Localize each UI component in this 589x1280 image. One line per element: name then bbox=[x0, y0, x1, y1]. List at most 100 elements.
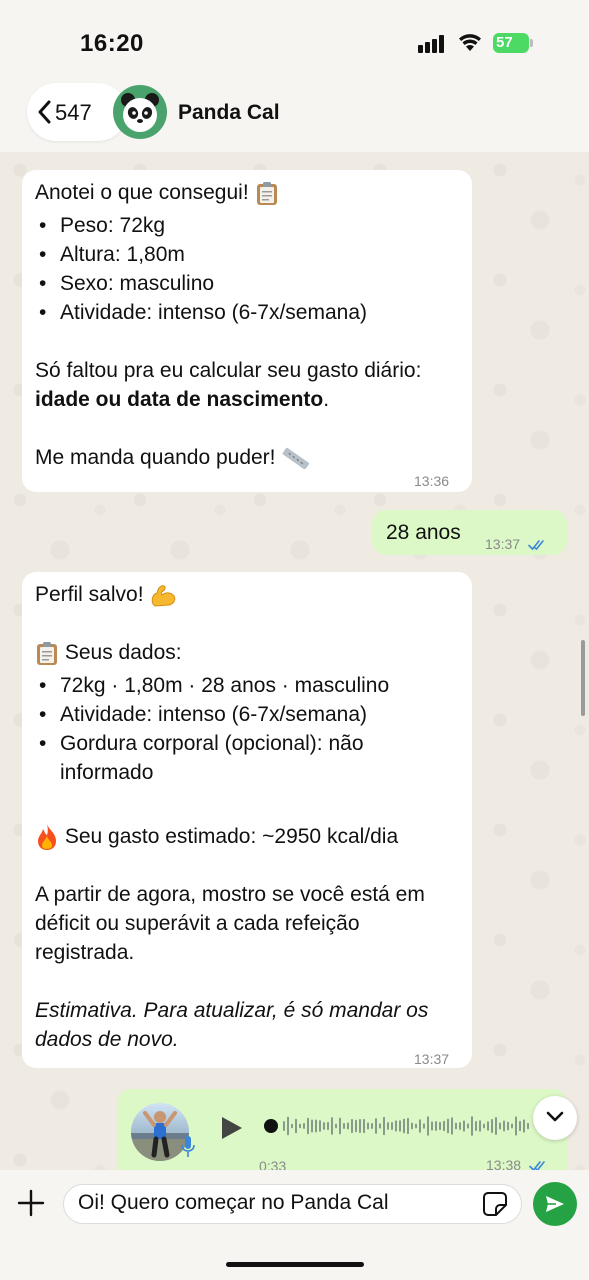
info-paragraph: A partir de agora, mostro se você está e… bbox=[35, 883, 425, 965]
waveform-bar bbox=[483, 1123, 485, 1129]
waveform-bar bbox=[443, 1120, 445, 1132]
missing-end: . bbox=[323, 388, 330, 411]
audio-progress-handle[interactable] bbox=[264, 1119, 278, 1133]
waveform-bar bbox=[395, 1120, 397, 1132]
closing-text: Me manda quando puder! bbox=[35, 446, 276, 469]
sticker-icon[interactable] bbox=[482, 1191, 508, 1217]
message-bubble-incoming[interactable]: Perfil salvo! Seus dados: 72kg · 1,80m ·… bbox=[22, 572, 472, 1068]
waveform-bar bbox=[507, 1121, 509, 1131]
profile-bullets: Peso: 72kg Altura: 1,80m Sexo: masculino… bbox=[35, 211, 460, 327]
waveform-bar bbox=[435, 1121, 437, 1131]
play-icon[interactable] bbox=[220, 1115, 244, 1141]
message-intro: Anotei o que consegui! bbox=[35, 181, 249, 204]
back-button[interactable]: 547 bbox=[27, 83, 127, 141]
panda-avatar-icon[interactable] bbox=[113, 85, 167, 139]
waveform-bar bbox=[387, 1122, 389, 1130]
data-heading: Seus dados: bbox=[64, 641, 182, 664]
message-time: 13:37 bbox=[485, 530, 548, 559]
message-title: Perfil salvo! bbox=[35, 583, 144, 606]
clipboard-icon bbox=[256, 182, 277, 206]
list-item: 72kg · 1,80m · 28 anos · masculino bbox=[35, 671, 460, 700]
waveform-bar bbox=[523, 1119, 525, 1133]
waveform-bar bbox=[283, 1121, 285, 1131]
waveform-bar bbox=[471, 1116, 473, 1136]
list-item: Atividade: intenso (6-7x/semana) bbox=[35, 298, 460, 327]
waveform-bar bbox=[459, 1122, 461, 1130]
saved-data-bullets: 72kg · 1,80m · 28 anos · masculino Ativi… bbox=[35, 671, 460, 787]
waveform-bar bbox=[339, 1117, 341, 1135]
ruler-icon bbox=[283, 448, 310, 470]
waveform-bar bbox=[343, 1123, 345, 1129]
waveform-bar bbox=[391, 1121, 393, 1131]
waveform-bar bbox=[491, 1118, 493, 1134]
signal-icon bbox=[418, 35, 448, 53]
waveform-bar bbox=[367, 1122, 369, 1130]
chevron-down-icon bbox=[546, 1111, 564, 1122]
data-heading-line: Seus dados: bbox=[35, 638, 460, 667]
waveform-bar bbox=[427, 1116, 429, 1136]
double-check-icon bbox=[528, 540, 544, 551]
waveform-bar bbox=[495, 1116, 497, 1136]
waveform-bar bbox=[411, 1122, 413, 1130]
waveform-bar bbox=[299, 1123, 301, 1129]
waveform-bar bbox=[311, 1119, 313, 1133]
waveform-bar bbox=[307, 1117, 309, 1135]
profile-saved-line: Perfil salvo! bbox=[35, 580, 460, 609]
waveform-bar bbox=[463, 1120, 465, 1132]
message-bubble-incoming[interactable]: Anotei o que consegui! Peso: 72kg Altura… bbox=[22, 170, 472, 492]
microphone-icon bbox=[181, 1136, 195, 1157]
battery-percent: 57 bbox=[496, 34, 513, 51]
clipboard-icon bbox=[37, 642, 57, 666]
waveform-bar bbox=[467, 1123, 469, 1129]
audio-waveform[interactable] bbox=[283, 1113, 533, 1139]
message-time-text: 13:37 bbox=[485, 536, 521, 552]
list-item: Gordura corporal (opcional): não informa… bbox=[35, 729, 415, 787]
scroll-to-bottom-button[interactable] bbox=[533, 1096, 577, 1140]
waveform-bar bbox=[431, 1121, 433, 1131]
audio-message-bubble[interactable]: 0:33 13:38 bbox=[117, 1089, 567, 1174]
waveform-bar bbox=[455, 1122, 457, 1130]
estimate-line: Seu gasto estimado: ~2950 kcal/dia bbox=[35, 822, 460, 851]
waveform-bar bbox=[315, 1119, 317, 1133]
message-time: 13:36 bbox=[414, 473, 450, 489]
chat-header: 547 Panda Cal bbox=[0, 80, 589, 152]
plus-icon[interactable] bbox=[17, 1189, 45, 1217]
list-item: Altura: 1,80m bbox=[35, 240, 460, 269]
waveform-bar bbox=[487, 1121, 489, 1131]
waveform-bar bbox=[519, 1120, 521, 1132]
waveform-bar bbox=[451, 1117, 453, 1135]
waveform-bar bbox=[407, 1117, 409, 1135]
waveform-bar bbox=[423, 1123, 425, 1129]
waveform-bar bbox=[503, 1120, 505, 1132]
waveform-bar bbox=[363, 1118, 365, 1134]
italic-note: Estimativa. Para atualizar, é só mandar … bbox=[35, 999, 429, 1052]
list-item: Atividade: intenso (6-7x/semana) bbox=[35, 700, 460, 729]
list-item: Peso: 72kg bbox=[35, 211, 460, 240]
fire-icon bbox=[38, 824, 56, 851]
waveform-bar bbox=[511, 1123, 513, 1129]
waveform-bar bbox=[439, 1121, 441, 1131]
waveform-bar bbox=[475, 1120, 477, 1132]
message-time: 13:37 bbox=[414, 1051, 450, 1067]
scrollbar[interactable] bbox=[581, 640, 585, 716]
battery-icon: 57 bbox=[493, 33, 533, 53]
wifi-icon bbox=[459, 34, 481, 51]
message-input[interactable]: Oi! Quero começar no Panda Cal bbox=[63, 1184, 522, 1224]
waveform-bar bbox=[287, 1116, 289, 1136]
waveform-bar bbox=[351, 1118, 353, 1134]
waveform-bar bbox=[359, 1118, 361, 1134]
missing-text: Só faltou pra eu calcular seu gasto diár… bbox=[35, 359, 422, 382]
waveform-bar bbox=[327, 1121, 329, 1131]
waveform-bar bbox=[499, 1122, 501, 1130]
contact-name[interactable]: Panda Cal bbox=[178, 101, 280, 125]
waveform-bar bbox=[323, 1122, 325, 1130]
send-button[interactable] bbox=[533, 1182, 577, 1226]
waveform-bar bbox=[291, 1123, 293, 1129]
waveform-bar bbox=[319, 1120, 321, 1132]
waveform-bar bbox=[375, 1118, 377, 1134]
waveform-bar bbox=[347, 1122, 349, 1130]
waveform-bar bbox=[379, 1123, 381, 1129]
message-bubble-outgoing[interactable]: 28 anos 13:37 bbox=[372, 510, 567, 555]
message-text: 28 anos bbox=[386, 521, 461, 544]
waveform-bar bbox=[515, 1116, 517, 1136]
